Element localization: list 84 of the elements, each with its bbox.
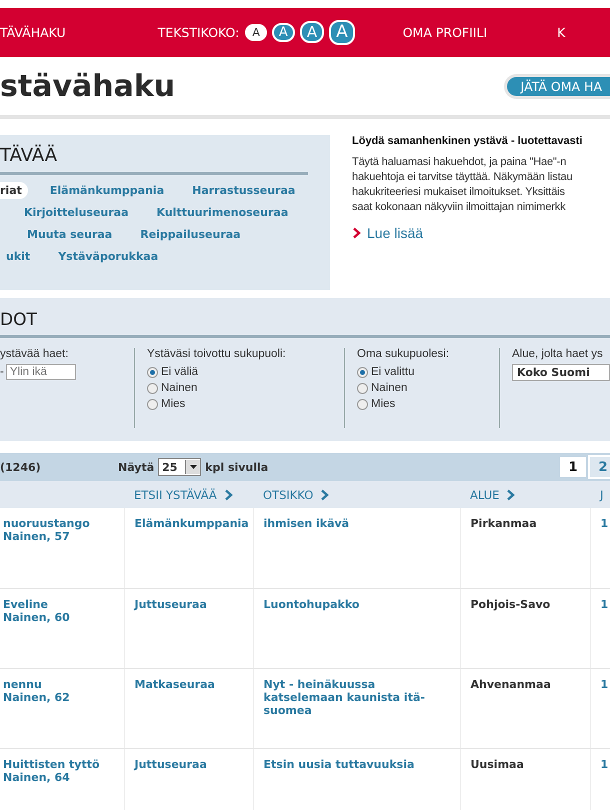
- table-cell: 1: [600, 517, 608, 530]
- table-cell: Uusimaa: [470, 758, 524, 770]
- chevron-icon: [352, 227, 361, 240]
- radio-label: Ei väliä: [161, 365, 198, 380]
- filter-label: ystävää haet:: [0, 348, 70, 360]
- text-size-button[interactable]: A: [272, 22, 295, 42]
- region-dropdown[interactable]: Koko Suomi: [512, 364, 610, 381]
- ad-title-link[interactable]: ihmisen ikävä: [264, 517, 450, 530]
- category-tag[interactable]: Harrastusseuraa: [186, 182, 302, 199]
- per-page-label: kpl sivulla: [205, 460, 268, 474]
- radio-button[interactable]: [357, 366, 368, 378]
- page-button[interactable]: 1: [560, 457, 586, 477]
- intro-text-line: saat kokonaan näkyviin ilmoittajan nimimerkk: [352, 200, 566, 216]
- filter-label: Alue, jolta haet ys: [512, 348, 604, 360]
- profile-details: Nainen, 64: [3, 770, 70, 784]
- radio-button[interactable]: [357, 382, 368, 394]
- table-cell: Ahvenanmaa: [470, 678, 551, 690]
- table-cell: 1: [600, 678, 608, 690]
- profile-details: Nainen, 60: [3, 610, 70, 624]
- text-size-button[interactable]: A: [300, 21, 324, 44]
- table-cell[interactable]: Juttuseuraa: [134, 758, 207, 770]
- radio-label: Nainen: [371, 381, 408, 396]
- nav-link[interactable]: OMA PROFIILI: [402, 25, 488, 40]
- category-tag[interactable]: Kirjoitteluseuraa: [18, 204, 135, 221]
- profile-details: Nainen, 62: [3, 690, 70, 704]
- text-size-button[interactable]: A: [329, 20, 355, 45]
- radio-button[interactable]: [357, 398, 368, 410]
- result-count: (1246): [0, 460, 42, 474]
- chevron-icon: [224, 488, 233, 500]
- intro-text-line: hakuehtoja ei tarvitse täyttää. Näkymään listau: [352, 170, 574, 186]
- table-cell: Pohjois-Savo: [470, 598, 550, 610]
- max-age-field[interactable]: Ylin ikä: [6, 364, 76, 380]
- dropdown-arrow-icon: [190, 465, 197, 469]
- table-cell[interactable]: Juttuseuraa: [134, 598, 207, 610]
- profile-name-link[interactable]: nuoruustango: [3, 517, 90, 530]
- profile-name-link[interactable]: Huittisten tyttö: [3, 758, 100, 770]
- category-tag[interactable]: riat: [0, 182, 28, 199]
- profile-name-link[interactable]: nennu: [3, 678, 42, 690]
- category-tag[interactable]: Elämänkumppania: [44, 182, 170, 199]
- post-ad-button[interactable]: JÄTÄ OMA HA: [504, 74, 610, 98]
- ad-title-link[interactable]: Luontohupakko: [264, 598, 450, 610]
- text-size-button[interactable]: A: [245, 24, 267, 42]
- category-tag[interactable]: Muuta seuraa: [21, 226, 118, 243]
- filter-label: Oma sukupuolesi:: [357, 348, 450, 360]
- per-page-dropdown[interactable]: 25: [158, 458, 202, 476]
- panel-title: DOT: [0, 310, 610, 338]
- show-label: Näytä: [118, 460, 154, 474]
- column-header[interactable]: ALUE: [470, 488, 500, 502]
- category-tag[interactable]: Reippailuseuraa: [134, 226, 247, 243]
- read-more-link[interactable]: Lue lisää: [367, 225, 424, 242]
- table-cell: 1: [600, 758, 608, 770]
- intro-text-line: Täytä haluamasi hakuehdot, ja paina "Hae"-n: [352, 155, 568, 170]
- table-cell[interactable]: Elämänkumppania: [134, 517, 249, 530]
- ad-title-link[interactable]: Nyt - heinäkuussa katselemaan kaunista itä-suomea: [264, 678, 450, 716]
- nav-link[interactable]: K: [557, 25, 566, 40]
- profile-name-link[interactable]: Eveline: [3, 598, 48, 610]
- radio-label: Mies: [371, 397, 396, 412]
- intro-heading: Löydä samanhenkinen ystävä - luotettavasti: [352, 135, 584, 147]
- panel-title: TÄVÄÄ: [0, 145, 308, 175]
- table-cell: 1: [600, 598, 608, 610]
- category-tag[interactable]: ukit: [0, 248, 36, 265]
- column-header[interactable]: OTSIKKO: [263, 488, 314, 502]
- profile-details: Nainen, 57: [3, 530, 70, 543]
- radio-button[interactable]: [147, 366, 158, 378]
- category-tag[interactable]: Ystäväporukkaa: [52, 248, 164, 265]
- radio-label: Nainen: [161, 381, 198, 396]
- nav-link[interactable]: TÄVÄHAKU: [0, 25, 66, 40]
- radio-button[interactable]: [147, 398, 158, 410]
- text-size-label: TEKSTIKOKO:: [158, 25, 240, 40]
- table-cell[interactable]: Matkaseuraa: [134, 678, 215, 690]
- ad-title-link[interactable]: Etsin uusia tuttavuuksia: [264, 758, 450, 770]
- radio-label: Mies: [161, 397, 186, 412]
- page-title: stävähaku: [0, 68, 176, 104]
- page-button[interactable]: 2: [590, 457, 610, 477]
- radio-button[interactable]: [147, 382, 158, 394]
- radio-label: Ei valittu: [371, 365, 414, 380]
- table-cell: Pirkanmaa: [470, 517, 537, 530]
- category-tag[interactable]: Kulttuurimenoseuraa: [150, 204, 294, 221]
- chevron-icon: [320, 488, 330, 500]
- range-separator: -: [0, 366, 4, 378]
- intro-text-line: hakukriteeriesi mukaiset ilmoitukset. Yksittäis: [352, 185, 566, 200]
- chevron-icon: [506, 488, 516, 500]
- column-header[interactable]: J: [600, 488, 604, 502]
- filter-label: Ystäväsi toivottu sukupuoli:: [147, 348, 287, 360]
